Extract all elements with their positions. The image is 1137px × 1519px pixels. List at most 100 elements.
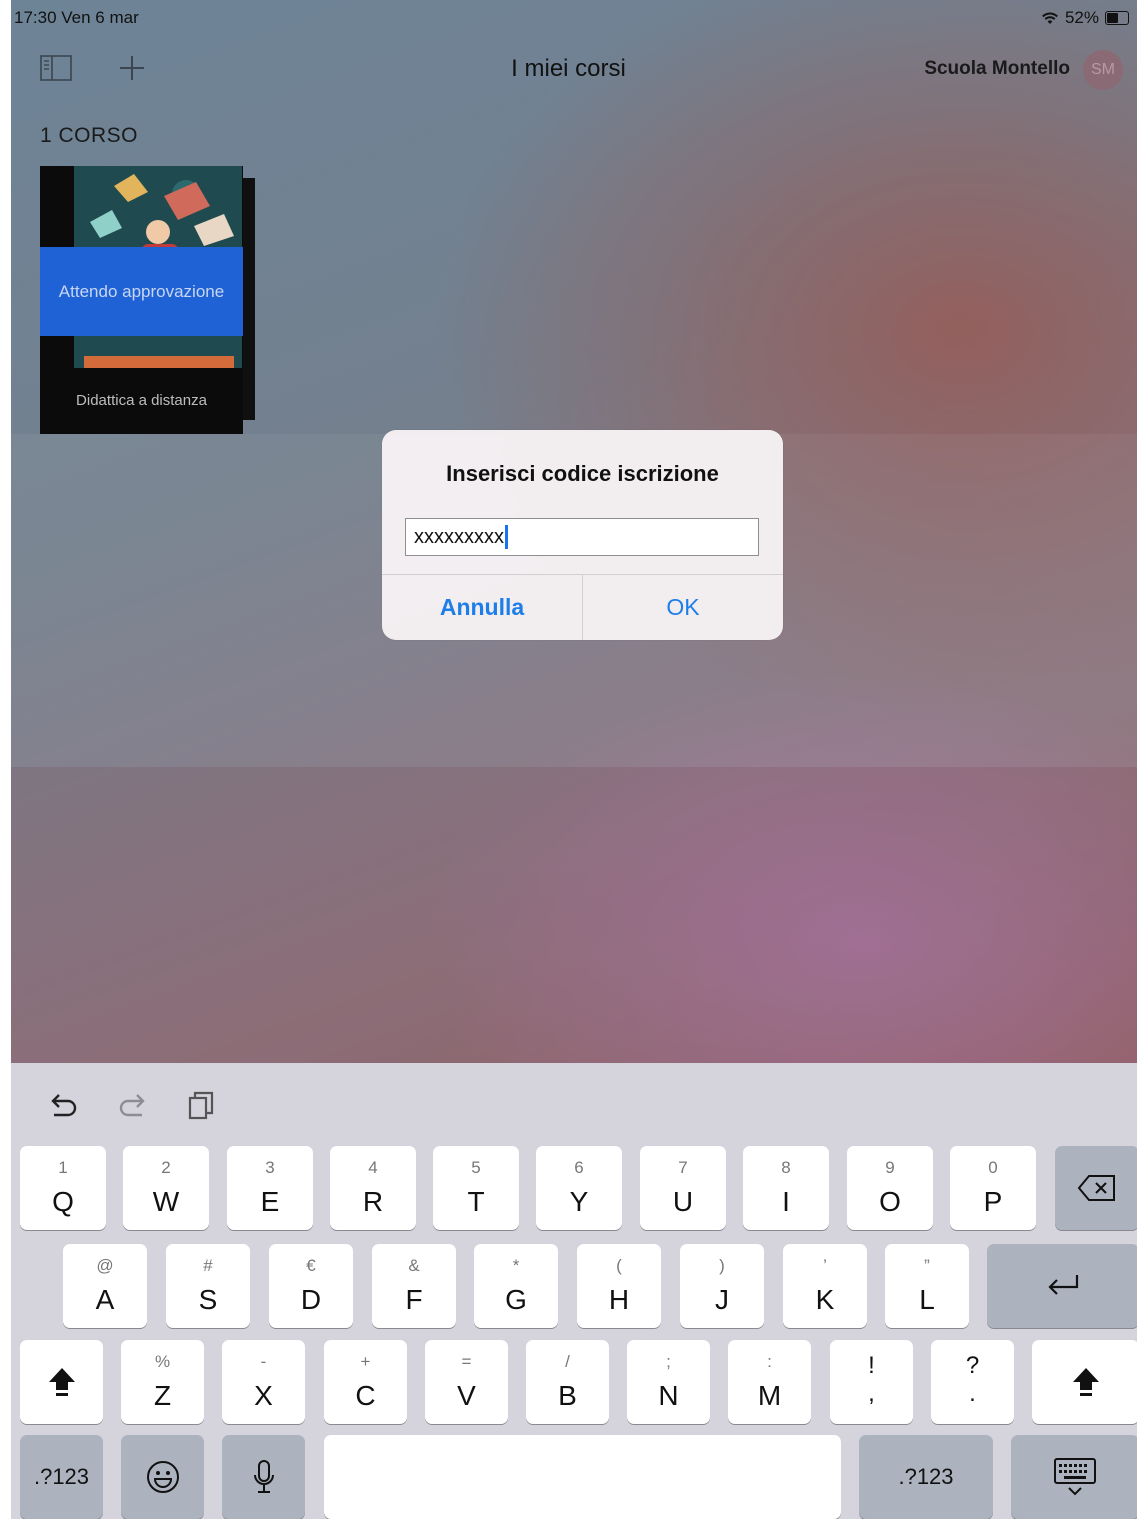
key-secondary-label: + — [360, 1352, 371, 1371]
shift-icon — [48, 1368, 75, 1396]
ok-button[interactable]: OK — [583, 575, 783, 640]
key-w[interactable]: 2W — [123, 1146, 209, 1230]
key-p[interactable]: 0P — [950, 1146, 1036, 1230]
key-v[interactable]: = V — [425, 1340, 508, 1424]
dictation-key[interactable] — [222, 1435, 305, 1519]
key-a[interactable]: @ A — [63, 1244, 147, 1328]
text-caret — [505, 525, 508, 549]
numbers-key-label: .?123 — [898, 1464, 954, 1489]
key-secondary-label: 4 — [368, 1158, 378, 1177]
cancel-button[interactable]: Annulla — [382, 575, 582, 640]
key-s[interactable]: # S — [166, 1244, 250, 1328]
key-primary-label: H — [608, 1284, 630, 1315]
key-d[interactable]: € D — [269, 1244, 353, 1328]
space-bar[interactable] — [324, 1435, 841, 1519]
shift-key-left[interactable] — [20, 1340, 103, 1424]
key-primary-label: D — [300, 1284, 322, 1315]
key-symbol-bottom: . — [969, 1380, 976, 1407]
emoji-icon — [146, 1461, 179, 1493]
key-primary-label: M — [757, 1380, 782, 1411]
key-z[interactable]: % Z — [121, 1340, 204, 1424]
key-symbol-top: ? — [965, 1352, 980, 1379]
course-card[interactable]: Attendo approvazione Didattica a distanz… — [40, 166, 255, 434]
key-y[interactable]: 6Y — [536, 1146, 622, 1230]
key-o[interactable]: 9O — [847, 1146, 933, 1230]
key-secondary-label: ) — [719, 1256, 725, 1275]
delete-key[interactable] — [1055, 1146, 1137, 1230]
key-b[interactable]: / B — [526, 1340, 609, 1424]
card-page-edges — [242, 178, 255, 420]
key-secondary-label: ( — [616, 1256, 622, 1275]
key-u[interactable]: 7U — [640, 1146, 726, 1230]
key-n[interactable]: ; N — [627, 1340, 710, 1424]
key-e[interactable]: 3E — [227, 1146, 313, 1230]
background-band-bottom — [0, 767, 1137, 1063]
key-primary-label: I — [782, 1186, 790, 1217]
numbers-key-right[interactable]: .?123 — [859, 1435, 993, 1519]
shift-icon — [1072, 1368, 1099, 1396]
hide-keyboard-key[interactable] — [1011, 1435, 1137, 1519]
key-m[interactable]: :M — [728, 1340, 811, 1424]
key-l[interactable]: ” L — [885, 1244, 969, 1328]
wifi-icon — [1042, 12, 1058, 24]
key-secondary-label: 9 — [885, 1158, 895, 1177]
key-secondary-label: = — [461, 1352, 472, 1371]
key-secondary-label: 0 — [988, 1158, 998, 1177]
key-r[interactable]: 4R — [330, 1146, 416, 1230]
key-primary-label: B — [558, 1380, 577, 1411]
battery-percent: 52% — [1064, 8, 1099, 27]
app-background: 17:30 Ven 6 mar 52% I miei corsi Scuola … — [0, 0, 1137, 1519]
enrollment-code-dialog: Inserisci codice iscrizione xxxxxxxxx An… — [382, 430, 783, 640]
school-name[interactable]: Scuola Montello — [924, 58, 1070, 80]
shift-key-right[interactable] — [1032, 1340, 1137, 1424]
key-secondary-label: 2 — [161, 1158, 171, 1177]
key-secondary-label: ” — [924, 1256, 930, 1275]
key-symbol-bottom: , — [868, 1380, 875, 1407]
key-primary-label: E — [260, 1186, 280, 1217]
key-c[interactable]: + C — [324, 1340, 407, 1424]
key-i[interactable]: 8I — [743, 1146, 829, 1230]
key-primary-label: T — [467, 1186, 485, 1217]
key-primary-label: A — [95, 1284, 115, 1315]
key-primary-label: Q — [52, 1186, 74, 1217]
key-primary-label: F — [405, 1284, 423, 1315]
approval-pending-banner: Attendo approvazione — [40, 247, 243, 336]
undo-icon[interactable] — [48, 1089, 80, 1121]
redo-icon[interactable] — [116, 1089, 148, 1121]
key-j[interactable]: ) J — [680, 1244, 764, 1328]
emoji-key[interactable] — [121, 1435, 204, 1519]
key-primary-label: U — [672, 1186, 694, 1217]
status-time: 17:30 Ven 6 mar — [14, 8, 139, 27]
key-secondary-label: % — [154, 1352, 171, 1371]
key-g[interactable]: * G — [474, 1244, 558, 1328]
key-secondary-label: 6 — [574, 1158, 584, 1177]
avatar[interactable]: SM — [1083, 50, 1123, 90]
key-q[interactable]: 1Q — [20, 1146, 106, 1230]
key-f[interactable]: & F — [372, 1244, 456, 1328]
course-title: Didattica a distanza — [76, 392, 207, 409]
key-x[interactable]: -X — [222, 1340, 305, 1424]
key-primary-label: R — [362, 1186, 384, 1217]
key-secondary-label: * — [512, 1256, 520, 1275]
key-t[interactable]: 5T — [433, 1146, 519, 1230]
key-primary-label: K — [815, 1284, 835, 1315]
keyboard-dismiss-icon — [1054, 1458, 1096, 1496]
key-exclamation-comma[interactable]: ! , — [830, 1340, 913, 1424]
key-secondary-label: 1 — [58, 1158, 68, 1177]
return-key[interactable] — [987, 1244, 1137, 1328]
key-secondary-label: 8 — [781, 1158, 791, 1177]
enrollment-code-input[interactable]: xxxxxxxxx — [405, 518, 759, 556]
numbers-key-left[interactable]: .?123 — [20, 1435, 103, 1519]
status-indicators: 52% — [1041, 8, 1129, 28]
key-secondary-label: ’ — [823, 1256, 827, 1275]
key-h[interactable]: (H — [577, 1244, 661, 1328]
key-secondary-label: ; — [666, 1352, 671, 1371]
key-k[interactable]: ’ K — [783, 1244, 867, 1328]
key-primary-label: W — [152, 1186, 180, 1217]
paste-icon[interactable] — [186, 1089, 218, 1121]
key-primary-label: Z — [153, 1380, 172, 1411]
key-primary-label: L — [919, 1284, 935, 1315]
numbers-key-label: .?123 — [33, 1464, 90, 1489]
key-primary-label: V — [457, 1380, 476, 1411]
key-question-period[interactable]: ? . — [931, 1340, 1014, 1424]
